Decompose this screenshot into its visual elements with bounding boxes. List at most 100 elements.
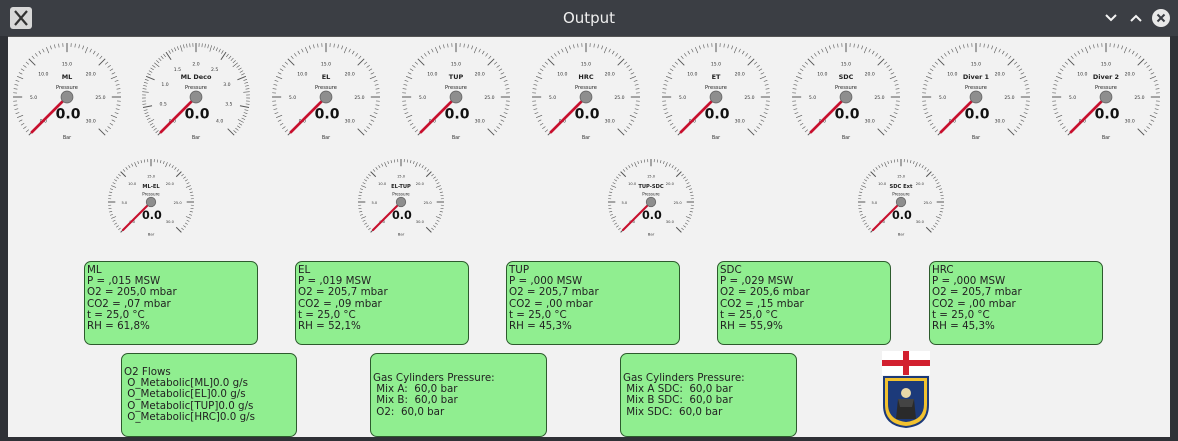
panel-line: RH = 45,3%	[509, 320, 572, 333]
minor-tick	[152, 65, 156, 68]
tick-label: 30.0	[916, 220, 925, 224]
minor-tick	[983, 43, 985, 48]
minor-tick	[1121, 45, 1123, 50]
tick-label: 5.0	[419, 95, 426, 101]
minor-tick	[381, 163, 384, 167]
minor-tick	[232, 62, 238, 68]
minor-tick	[375, 88, 380, 90]
gauge-title: ML-EL	[142, 184, 160, 190]
status-panel-sdc: SDC P = ,029 MSW O2 = 205,6 mbar CO2 = ,15 …	[717, 261, 891, 345]
minor-tick	[485, 53, 488, 57]
minor-tick	[360, 188, 364, 190]
minor-tick	[612, 219, 616, 222]
minor-tick	[171, 165, 174, 169]
major-tick	[370, 171, 377, 178]
minor-tick	[537, 119, 542, 122]
minor-tick	[799, 68, 804, 72]
minor-tick	[616, 225, 619, 228]
minor-tick	[1117, 44, 1119, 49]
minor-tick	[1020, 119, 1025, 122]
minor-tick	[368, 68, 373, 72]
tick-label: 20.0	[666, 182, 675, 186]
minor-tick	[333, 43, 335, 48]
tick-label: 30.0	[666, 220, 675, 224]
gauge-value: 0.0	[1095, 107, 1120, 123]
minor-tick	[689, 191, 693, 193]
gauge-subtitle: Pressure	[315, 85, 337, 91]
pressure-gauge: 0.00.51.01.52.02.53.03.54.0ML DecoPressu…	[136, 37, 256, 157]
tick-label: 5.0	[549, 95, 556, 101]
tick-label: 5.0	[939, 95, 946, 101]
minor-tick	[663, 108, 668, 110]
minor-tick	[493, 61, 498, 65]
minor-tick	[184, 179, 188, 182]
minor-tick	[738, 48, 741, 53]
gauge-value: 0.0	[185, 107, 210, 123]
minor-tick	[368, 227, 371, 231]
gauge-subtitle: Pressure	[1095, 85, 1117, 91]
minor-tick	[1131, 50, 1135, 55]
major-tick	[287, 58, 295, 66]
tick-label: 30.0	[1125, 119, 1135, 125]
minor-tick	[1025, 88, 1030, 90]
minor-tick	[921, 165, 924, 169]
minor-tick	[918, 163, 921, 167]
chevron-up-icon[interactable]	[1126, 8, 1146, 28]
gauge-unit: Bar	[712, 135, 720, 141]
minor-tick	[186, 219, 190, 222]
minor-tick	[685, 185, 691, 188]
minor-tick	[569, 45, 571, 50]
minor-tick	[277, 72, 282, 75]
tick-label: 30.0	[605, 119, 615, 125]
minor-tick	[1128, 48, 1131, 53]
minor-tick	[232, 60, 236, 64]
minor-tick	[361, 185, 367, 188]
minor-tick	[142, 88, 147, 90]
minor-tick	[922, 88, 927, 90]
minor-tick	[1052, 104, 1057, 106]
minor-tick	[149, 122, 154, 126]
minor-tick	[23, 126, 27, 129]
minor-tick	[925, 76, 933, 80]
pressure-gauge: 0.0 5.0 10.0 15.0 20.0 25.0 30.0 EL-TUP Pressure…	[352, 153, 450, 251]
major-tick	[747, 128, 755, 136]
minor-tick	[597, 44, 599, 49]
minor-tick	[463, 43, 465, 48]
minor-tick	[15, 80, 20, 82]
minor-tick	[534, 80, 539, 82]
tick-label: 15.0	[62, 62, 72, 68]
minor-tick	[363, 129, 368, 133]
minor-tick	[415, 162, 418, 168]
minor-tick	[924, 80, 929, 82]
minor-tick	[505, 88, 510, 90]
minor-tick	[963, 44, 965, 49]
title-bar[interactable]: Output	[0, 0, 1178, 36]
minor-tick	[1013, 61, 1018, 65]
minor-tick	[959, 45, 961, 50]
gas-cylinders-sdc-panel: Gas Cylinders Pressure: Mix A SDC: 60,0 …	[620, 353, 797, 437]
minor-tick	[925, 114, 933, 118]
panel-line: Mix SDC: 60,0 bar	[623, 405, 723, 418]
minor-tick	[1155, 104, 1160, 106]
minor-tick	[1123, 46, 1127, 54]
minor-tick	[174, 167, 177, 170]
minor-tick	[630, 119, 635, 122]
minor-tick	[46, 46, 50, 54]
minor-tick	[111, 185, 117, 188]
major-tick	[877, 58, 885, 66]
minor-tick	[297, 50, 301, 55]
minor-tick	[1055, 114, 1063, 118]
minor-tick	[140, 160, 142, 164]
minor-tick	[944, 53, 947, 57]
major-tick	[747, 58, 755, 66]
minor-tick	[611, 185, 617, 188]
close-icon[interactable]	[1151, 8, 1171, 28]
minor-tick	[151, 125, 155, 129]
gauge-unit: Bar	[842, 135, 850, 141]
minor-tick	[860, 188, 864, 190]
minor-tick	[109, 191, 113, 193]
chevron-down-icon[interactable]	[1101, 8, 1121, 28]
panel-line: RH = 45,3%	[932, 320, 995, 333]
gauge-unit: Bar	[148, 232, 155, 237]
minor-tick	[500, 72, 505, 75]
